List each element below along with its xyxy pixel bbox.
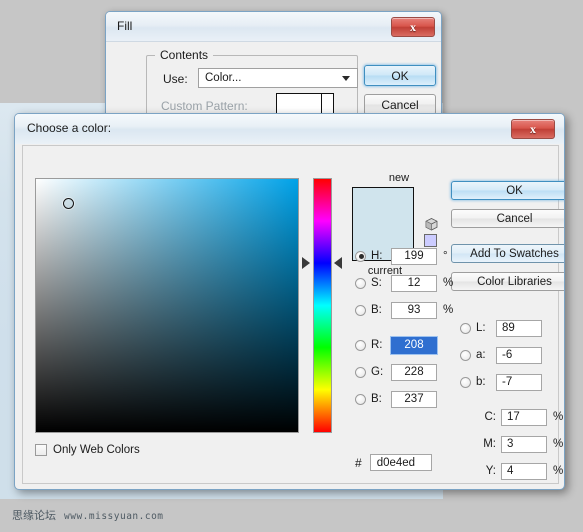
web-safe-color-swatch[interactable] <box>424 234 437 247</box>
radio-s[interactable] <box>355 277 366 289</box>
fill-dialog-titlebar[interactable]: Fill x <box>106 12 441 42</box>
input-y[interactable]: 4 <box>501 462 547 480</box>
screenshot-root: Fill x Contents Use: Color... Custom Pat… <box>0 0 583 532</box>
radio-b-blue[interactable] <box>355 393 366 405</box>
field-row-k: K: 0 % <box>460 489 563 490</box>
input-b-brightness[interactable]: 93 <box>391 301 437 319</box>
field-row-s: S: 12 % <box>355 274 453 292</box>
contents-legend: Contents <box>155 48 214 62</box>
close-icon-glyph: x <box>410 19 416 34</box>
field-row-l: L: 89 <box>460 319 542 337</box>
only-web-colors-checkbox[interactable]: Only Web Colors <box>35 444 140 456</box>
input-s[interactable]: 12 <box>391 274 437 292</box>
add-to-swatches-button[interactable]: Add To Swatches <box>451 244 564 263</box>
label-a: a: <box>476 349 486 361</box>
checkbox-icon[interactable] <box>35 444 47 456</box>
saturation-value-marker[interactable] <box>63 198 74 209</box>
hue-slider[interactable] <box>313 178 332 433</box>
fill-ok-button[interactable]: OK <box>364 65 436 86</box>
field-row-b-blue: B: 237 <box>355 390 437 408</box>
unit-h: ° <box>443 250 448 262</box>
fill-cancel-button[interactable]: Cancel <box>364 94 436 115</box>
watermark-text-cn: 思缘论坛 <box>12 509 56 522</box>
unit-y: % <box>553 465 564 477</box>
fill-dialog-body: Contents Use: Color... Custom Pattern: O… <box>106 43 441 122</box>
fill-dialog-title: Fill <box>117 19 133 33</box>
new-color-label: new <box>388 172 410 184</box>
watermark-text-url: www.missyuan.com <box>64 511 164 522</box>
field-row-a: a: -6 <box>460 346 542 364</box>
label-c: C: <box>484 411 497 423</box>
hue-slider-marker-right[interactable] <box>334 257 342 269</box>
use-dropdown[interactable]: Color... <box>198 68 358 88</box>
label-y: Y: <box>485 465 496 477</box>
field-row-r: R: 208 <box>355 336 437 354</box>
label-m: M: <box>483 438 496 450</box>
label-r: R: <box>371 339 383 351</box>
label-s: S: <box>371 277 382 289</box>
chevron-down-icon <box>342 76 350 81</box>
close-icon[interactable]: x <box>511 119 555 139</box>
hex-field-row: # d0e4ed <box>355 454 432 471</box>
close-icon-glyph: x <box>530 121 536 136</box>
field-row-h: H: 199 ° <box>355 247 448 265</box>
radio-l[interactable] <box>460 322 471 334</box>
only-web-colors-label: Only Web Colors <box>53 444 140 456</box>
radio-h[interactable] <box>355 250 366 262</box>
unit-b-brightness: % <box>443 304 454 316</box>
cancel-button[interactable]: Cancel <box>451 209 564 228</box>
radio-r[interactable] <box>355 339 366 351</box>
input-g[interactable]: 228 <box>391 363 437 381</box>
close-icon[interactable]: x <box>391 17 435 37</box>
color-picker-dialog: Choose a color: x new current OK Cancel … <box>14 113 565 490</box>
use-dropdown-value: Color... <box>205 72 242 84</box>
label-l: L: <box>476 322 486 334</box>
hex-hash-label: # <box>355 455 362 470</box>
saturation-value-field[interactable] <box>35 178 299 433</box>
color-libraries-button[interactable]: Color Libraries <box>451 272 564 291</box>
input-r[interactable]: 208 <box>391 336 437 354</box>
unit-c: % <box>553 411 564 423</box>
field-row-m: M: 3 % <box>460 435 563 453</box>
color-picker-title: Choose a color: <box>27 121 112 135</box>
custom-pattern-label: Custom Pattern: <box>161 99 248 113</box>
input-k[interactable]: 0 <box>501 490 547 491</box>
field-row-y: Y: 4 % <box>460 462 563 480</box>
field-row-g: G: 228 <box>355 363 437 381</box>
field-row-lab-b: b: -7 <box>460 373 542 391</box>
input-b-blue[interactable]: 237 <box>391 390 437 408</box>
label-h: H: <box>371 250 383 262</box>
input-lab-b[interactable]: -7 <box>496 373 542 391</box>
web-safe-cube-icon[interactable] <box>425 218 438 231</box>
input-a[interactable]: -6 <box>496 346 542 364</box>
input-c[interactable]: 17 <box>501 408 547 426</box>
label-lab-b: b: <box>476 376 486 388</box>
hex-input[interactable]: d0e4ed <box>369 454 432 471</box>
radio-g[interactable] <box>355 366 366 378</box>
input-m[interactable]: 3 <box>501 435 547 453</box>
input-h[interactable]: 199 <box>391 247 437 265</box>
field-row-b-brightness: B: 93 % <box>355 301 453 319</box>
unit-m: % <box>553 438 564 450</box>
color-picker-panel: new current OK Cancel Add To Swatches Co… <box>22 145 564 484</box>
input-l[interactable]: 89 <box>496 319 542 337</box>
field-row-c: C: 17 % <box>460 408 563 426</box>
hue-slider-marker-left[interactable] <box>302 257 310 269</box>
saturation-value-gradient[interactable] <box>36 179 298 432</box>
color-picker-titlebar[interactable]: Choose a color: x <box>15 114 564 144</box>
ok-button[interactable]: OK <box>451 181 564 200</box>
radio-a[interactable] <box>460 349 471 361</box>
forum-watermark: 思缘论坛 www.missyuan.com <box>12 507 164 523</box>
label-b-brightness: B: <box>371 304 382 316</box>
unit-s: % <box>443 277 454 289</box>
radio-lab-b[interactable] <box>460 376 471 388</box>
fill-dialog: Fill x Contents Use: Color... Custom Pat… <box>105 11 442 123</box>
radio-b-brightness[interactable] <box>355 304 366 316</box>
label-g: G: <box>371 366 384 378</box>
use-label: Use: <box>163 72 188 86</box>
label-b-blue: B: <box>371 393 382 405</box>
hue-gradient[interactable] <box>314 179 331 432</box>
